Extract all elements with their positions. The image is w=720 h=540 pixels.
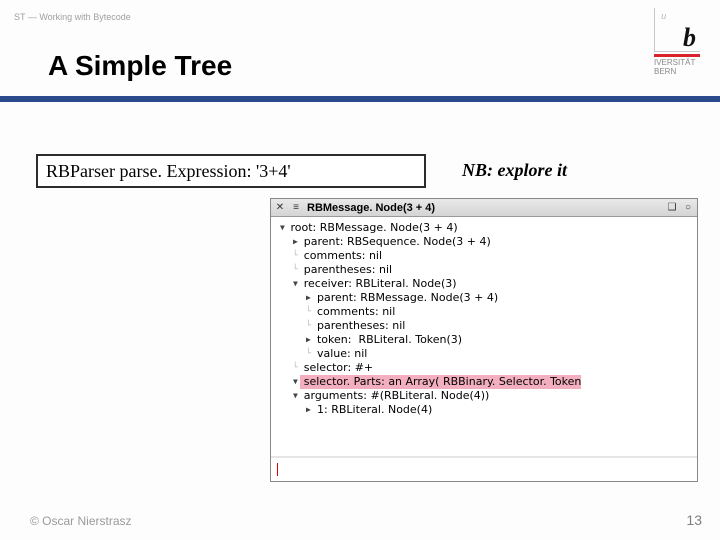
code-expression-box: RBParser parse. Expression: '3+4' xyxy=(36,154,426,188)
tree-label: selector: #+ xyxy=(300,361,373,375)
disclosure-open-icon[interactable] xyxy=(290,375,300,389)
logo-b: b xyxy=(683,23,696,53)
logo-line2: BERN xyxy=(654,67,676,76)
disclosure-open-icon[interactable] xyxy=(277,221,287,235)
tree-row[interactable]: └ comments: nil xyxy=(277,305,693,319)
slide-title: A Simple Tree xyxy=(48,50,232,82)
tree-row[interactable]: receiver: RBLiteral. Node(3) xyxy=(277,277,693,291)
tree-label: token: RBLiteral. Token(3) xyxy=(314,333,463,347)
titlebar[interactable]: ✕ ≡ RBMessage. Node(3 + 4) ❑ ○ xyxy=(271,199,697,217)
tree-label: 1: RBLiteral. Node(4) xyxy=(314,403,433,417)
tree-label: receiver: RBLiteral. Node(3) xyxy=(300,277,456,291)
collapse-icon[interactable]: ○ xyxy=(681,202,695,214)
disclosure-open-icon[interactable] xyxy=(290,389,300,403)
disclosure-closed-icon[interactable] xyxy=(290,235,300,249)
tree-branch-icon: └ xyxy=(290,361,300,375)
title-rule xyxy=(0,96,720,102)
logo-line1: IVERSITÄT xyxy=(654,58,695,67)
tree-branch-icon: └ xyxy=(290,249,300,263)
footer-copyright: © Oscar Nierstrasz xyxy=(30,514,132,528)
university-logo: u b IVERSITÄT BERN xyxy=(654,8,700,76)
disclosure-closed-icon[interactable] xyxy=(304,333,314,347)
tree-row[interactable]: 1: RBLiteral. Node(4) xyxy=(277,403,693,417)
page-number: 13 xyxy=(686,512,702,528)
tree-branch-icon: └ xyxy=(304,305,314,319)
tree-row[interactable]: token: RBLiteral. Token(3) xyxy=(277,333,693,347)
tree-row[interactable]: selector. Parts: an Array( RBBinary. Sel… xyxy=(277,375,693,389)
eval-input[interactable] xyxy=(271,457,697,481)
tree-branch-icon: └ xyxy=(304,319,314,333)
tree-label: comments: nil xyxy=(300,249,382,263)
note-nb: NB: explore it xyxy=(462,160,567,181)
tree-row[interactable]: └ value: nil xyxy=(277,347,693,361)
tree-label: parentheses: nil xyxy=(300,263,392,277)
tree-label: parent: RBSequence. Node(3 + 4) xyxy=(300,235,491,249)
tree-label: parent: RBMessage. Node(3 + 4) xyxy=(314,291,499,305)
expand-icon[interactable]: ❑ xyxy=(665,202,679,214)
tree-label: parentheses: nil xyxy=(314,319,406,333)
window-title: RBMessage. Node(3 + 4) xyxy=(303,202,665,214)
tree-label: comments: nil xyxy=(314,305,396,319)
tree-row[interactable]: └ selector: #+ xyxy=(277,361,693,375)
tree-label: root: RBMessage. Node(3 + 4) xyxy=(287,221,458,235)
tree-branch-icon: └ xyxy=(304,347,314,361)
tree-row[interactable]: └ comments: nil xyxy=(277,249,693,263)
disclosure-closed-icon[interactable] xyxy=(304,291,314,305)
tree-row[interactable]: parent: RBSequence. Node(3 + 4) xyxy=(277,235,693,249)
tree-view[interactable]: root: RBMessage. Node(3 + 4) parent: RBS… xyxy=(271,217,697,457)
tree-label: selector. Parts: an Array( RBBinary. Sel… xyxy=(300,375,581,389)
tree-row[interactable]: parent: RBMessage. Node(3 + 4) xyxy=(277,291,693,305)
disclosure-closed-icon[interactable] xyxy=(304,403,314,417)
code-expression: RBParser parse. Expression: '3+4' xyxy=(46,161,291,182)
logo-u: u xyxy=(661,10,667,22)
tree-row[interactable]: root: RBMessage. Node(3 + 4) xyxy=(277,221,693,235)
explorer-window[interactable]: ✕ ≡ RBMessage. Node(3 + 4) ❑ ○ root: RBM… xyxy=(270,198,698,482)
disclosure-open-icon[interactable] xyxy=(290,277,300,291)
tree-label: value: nil xyxy=(314,347,368,361)
tree-row[interactable]: └ parentheses: nil xyxy=(277,263,693,277)
tree-row[interactable]: arguments: #(RBLiteral. Node(4)) xyxy=(277,389,693,403)
menu-icon[interactable]: ≡ xyxy=(289,202,303,214)
tree-branch-icon: └ xyxy=(290,263,300,277)
context-label: ST — Working with Bytecode xyxy=(14,12,131,22)
close-icon[interactable]: ✕ xyxy=(273,202,287,214)
tree-row[interactable]: └ parentheses: nil xyxy=(277,319,693,333)
tree-label: arguments: #(RBLiteral. Node(4)) xyxy=(300,389,489,403)
